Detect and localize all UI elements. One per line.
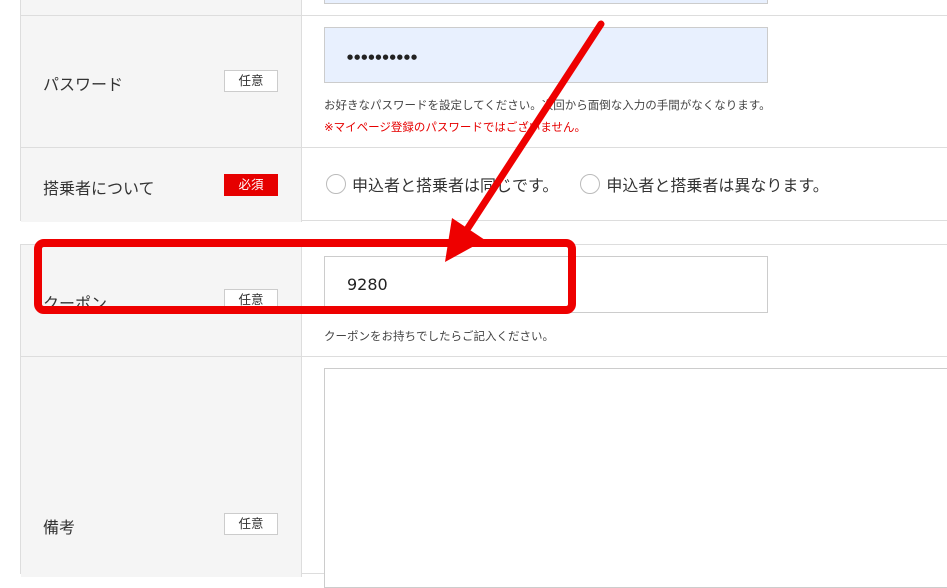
previous-input[interactable] [324,0,768,4]
radio-same-label[interactable]: 申込者と搭乗者は同じです。 [352,172,558,196]
password-warning: ※マイページ登録のパスワードではございません。 [324,120,587,134]
previous-row [21,0,947,16]
password-value: ●●●●●●●●●● [347,53,419,61]
remarks-row: 備考 任意 [21,357,947,588]
coupon-value: 9280 [347,275,388,294]
form-table-lower: クーポン 任意 9280 クーポンをお持ちでしたらご記入ください。 備考 任意 [20,244,947,588]
required-badge: 必須 [224,174,278,196]
passenger-row: 搭乗者について 必須 申込者と搭乗者は同じです。 申込者と搭乗者は異なります。 [21,148,947,222]
password-row: パスワード 任意 ●●●●●●●●●● お好きなパスワードを設定してください。次… [21,16,947,148]
passenger-label: 搭乗者について [43,179,155,198]
optional-badge: 任意 [224,70,278,92]
password-input[interactable]: ●●●●●●●●●● [324,27,768,83]
coupon-row: クーポン 任意 9280 クーポンをお持ちでしたらご記入ください。 [21,245,947,357]
form-table-upper: パスワード 任意 ●●●●●●●●●● お好きなパスワードを設定してください。次… [20,0,947,222]
password-row-header: パスワード 任意 [21,16,302,147]
password-label: パスワード [43,75,124,94]
passenger-radio-group: 申込者と搭乗者は同じです。 申込者と搭乗者は異なります。 [326,172,851,196]
coupon-row-header: クーポン 任意 [21,245,302,356]
radio-same[interactable] [326,174,346,194]
remarks-label: 備考 [43,518,76,537]
previous-row-header [21,0,302,15]
coupon-note: クーポンをお持ちでしたらご記入ください。 [324,329,554,343]
optional-badge: 任意 [224,289,278,311]
radio-different-label[interactable]: 申込者と搭乗者は異なります。 [606,172,828,196]
remarks-row-header: 備考 任意 [21,357,302,577]
radio-different[interactable] [580,174,601,194]
remarks-textarea[interactable] [324,368,947,588]
coupon-input[interactable]: 9280 [324,256,768,313]
coupon-label: クーポン [43,294,108,313]
passenger-row-header: 搭乗者について 必須 [21,148,302,222]
password-note: お好きなパスワードを設定してください。次回から面倒な入力の手間がなくなります。 [324,98,771,112]
optional-badge: 任意 [224,513,278,535]
